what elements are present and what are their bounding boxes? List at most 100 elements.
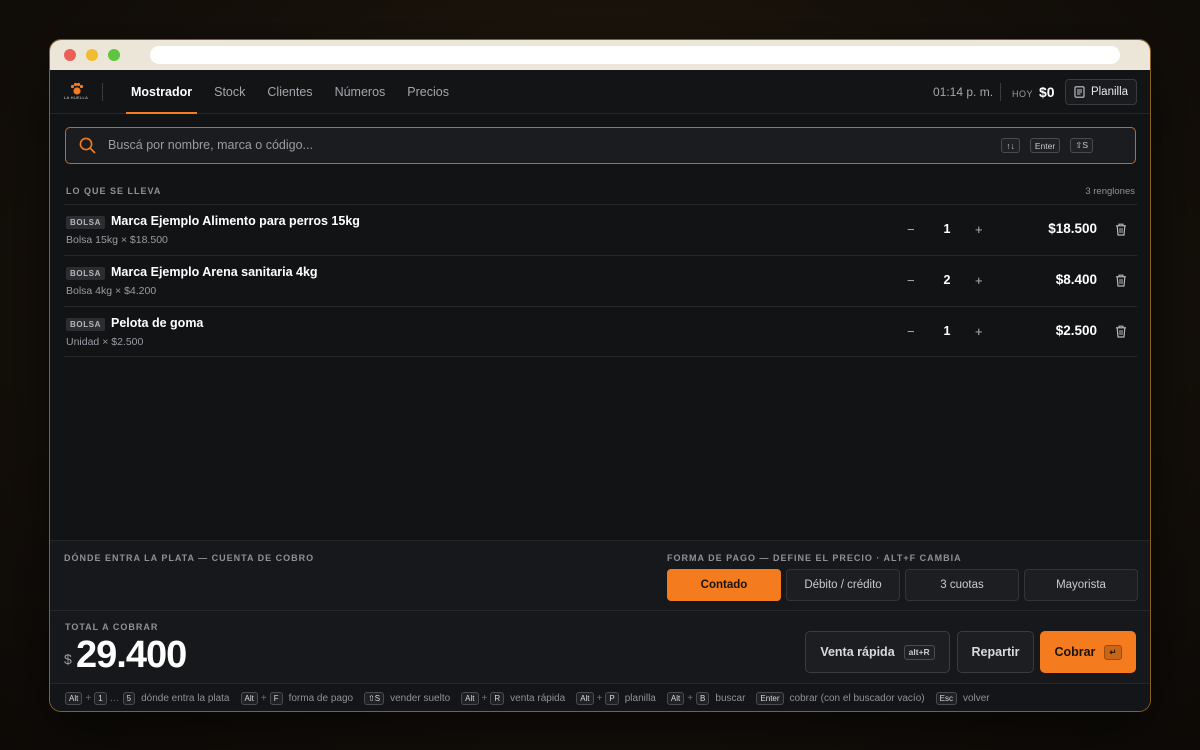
- maximize-window-button[interactable]: [108, 49, 120, 61]
- key-5: 5: [122, 691, 136, 705]
- trash-icon[interactable]: [1115, 223, 1127, 236]
- plus-sign: +: [85, 692, 92, 704]
- minimize-window-button[interactable]: [86, 49, 98, 61]
- key-p: P: [605, 691, 619, 705]
- clock-divider: [1000, 83, 1001, 101]
- window-titlebar: [50, 40, 1150, 70]
- tab-precios[interactable]: Precios: [396, 70, 460, 114]
- shortcut-bar: Alt + 1 … 5 dónde entra la plata Alt + F…: [50, 683, 1150, 711]
- key-f: F: [269, 691, 283, 705]
- split-button[interactable]: Repartir: [957, 631, 1034, 673]
- charge-button[interactable]: Cobrar ↵: [1040, 631, 1136, 673]
- shortcut-desc: dónde entra la plata: [141, 692, 230, 704]
- key-alt: Alt: [461, 691, 479, 705]
- quick-sale-button[interactable]: Venta rápida alt+R: [805, 631, 950, 673]
- cart-item: BOLSA Marca Ejemplo Arena sanitaria 4kg …: [64, 255, 1137, 306]
- shortcut-sell-loose: ⇧S vender suelto: [364, 691, 450, 705]
- decrease-qty-button[interactable]: −: [907, 222, 915, 237]
- key-shift-s: ⇧S: [364, 691, 385, 705]
- close-window-button[interactable]: [64, 49, 76, 61]
- quick-sale-key-hint: alt+R: [903, 644, 935, 660]
- item-qty: 2: [943, 273, 951, 287]
- brand-logo[interactable]: LA HUELLA: [64, 82, 90, 102]
- shift-s-key-hint: ⇧S: [1070, 138, 1093, 153]
- item-badge: BOLSA: [66, 318, 105, 331]
- cart-item: BOLSA Pelota de goma Unidad × $2.500 − 1…: [64, 306, 1137, 357]
- total-amount: 29.400: [76, 634, 187, 676]
- shortcut-quick-sale: Alt + R venta rápida: [461, 691, 566, 705]
- key-enter: Enter: [756, 691, 784, 705]
- item-badge: BOLSA: [66, 267, 105, 280]
- nav-tabs: Mostrador Stock Clientes Números Precios: [120, 70, 460, 114]
- shortcut-desc: venta rápida: [510, 692, 566, 704]
- item-name: Pelota de goma: [111, 316, 204, 330]
- shortcut-account: Alt + 1 … 5 dónde entra la plata: [65, 691, 230, 705]
- item-price: $18.500: [1048, 221, 1097, 236]
- today-value: $0: [1039, 84, 1055, 100]
- shortcut-desc: buscar: [715, 692, 746, 704]
- charge-label: Cobrar: [1054, 645, 1096, 659]
- quick-sale-label: Venta rápida: [820, 645, 895, 659]
- document-icon: [1074, 86, 1085, 98]
- payment-mayorista-button[interactable]: Mayorista: [1024, 569, 1138, 601]
- cart-item: BOLSA Marca Ejemplo Alimento para perros…: [64, 204, 1137, 255]
- key-b: B: [696, 691, 710, 705]
- nav-divider: [102, 83, 103, 101]
- planilla-button[interactable]: Planilla: [1065, 79, 1137, 105]
- tab-numeros[interactable]: Números: [324, 70, 397, 114]
- paw-logo-icon: [70, 82, 84, 95]
- payment-contado-button[interactable]: Contado: [667, 569, 781, 601]
- clock: 01:14 p. m.: [933, 85, 994, 99]
- key-1: 1: [94, 691, 107, 705]
- increase-qty-button[interactable]: +: [975, 273, 983, 288]
- key-r: R: [490, 691, 505, 705]
- item-detail: Unidad × $2.500: [66, 336, 144, 348]
- key-alt: Alt: [65, 691, 83, 705]
- tab-stock[interactable]: Stock: [203, 70, 256, 114]
- shortcut-search: Alt + B buscar: [666, 691, 746, 705]
- trash-icon[interactable]: [1115, 274, 1127, 287]
- key-alt: Alt: [666, 691, 685, 705]
- today-total: HOY $0: [1012, 70, 1055, 114]
- checkout-divider: [50, 610, 1150, 611]
- product-search[interactable]: ↑↓ Enter ⇧S: [65, 127, 1136, 164]
- shortcut-desc: forma de pago: [288, 692, 354, 704]
- trash-icon[interactable]: [1115, 325, 1127, 338]
- arrows-key-hint: ↑↓: [1001, 138, 1020, 153]
- item-detail: Bolsa 4kg × $4.200: [66, 285, 157, 297]
- increase-qty-button[interactable]: +: [975, 222, 983, 237]
- tab-clientes[interactable]: Clientes: [256, 70, 323, 114]
- increase-qty-button[interactable]: +: [975, 324, 983, 339]
- cart-title: LO QUE SE LLEVA: [66, 186, 162, 196]
- cart-count: 3 renglones: [1085, 186, 1135, 197]
- top-navigation: LA HUELLA Mostrador Stock Clientes Númer…: [50, 70, 1150, 114]
- shortcut-desc: volver: [962, 692, 990, 704]
- address-bar[interactable]: [150, 46, 1120, 64]
- plus-sign: +: [260, 692, 267, 704]
- key-alt: Alt: [576, 691, 594, 705]
- shortcut-back: Esc volver: [935, 691, 990, 705]
- shortcut-payment-method: Alt + F forma de pago: [240, 691, 354, 705]
- app-window: LA HUELLA Mostrador Stock Clientes Númer…: [49, 39, 1151, 712]
- decrease-qty-button[interactable]: −: [907, 324, 915, 339]
- today-label: HOY: [1012, 88, 1034, 99]
- search-icon: [79, 137, 96, 154]
- key-esc: Esc: [935, 691, 957, 705]
- total-currency: $: [64, 651, 72, 667]
- search-input[interactable]: [108, 128, 988, 162]
- item-price: $8.400: [1055, 272, 1097, 287]
- plus-sign: +: [596, 692, 603, 704]
- item-badge: BOLSA: [66, 216, 105, 229]
- enter-key-icon: ↵: [1104, 644, 1122, 660]
- payment-debito-credito-button[interactable]: Débito / crédito: [786, 569, 900, 601]
- checkout-panel: DÓNDE ENTRA LA PLATA — CUENTA DE COBRO F…: [50, 540, 1150, 711]
- tab-mostrador[interactable]: Mostrador: [120, 70, 203, 114]
- brand-text: LA HUELLA: [64, 95, 89, 100]
- decrease-qty-button[interactable]: −: [907, 273, 915, 288]
- item-detail: Bolsa 15kg × $18.500: [66, 234, 168, 246]
- item-price: $2.500: [1055, 323, 1097, 338]
- payment-3-cuotas-button[interactable]: 3 cuotas: [905, 569, 1019, 601]
- shortcut-desc: cobrar (con el buscador vacío): [789, 692, 925, 704]
- shortcut-charge: Enter cobrar (con el buscador vacío): [756, 691, 925, 705]
- payment-method-title: FORMA DE PAGO — DEFINE EL PRECIO · ALT+F…: [667, 553, 962, 563]
